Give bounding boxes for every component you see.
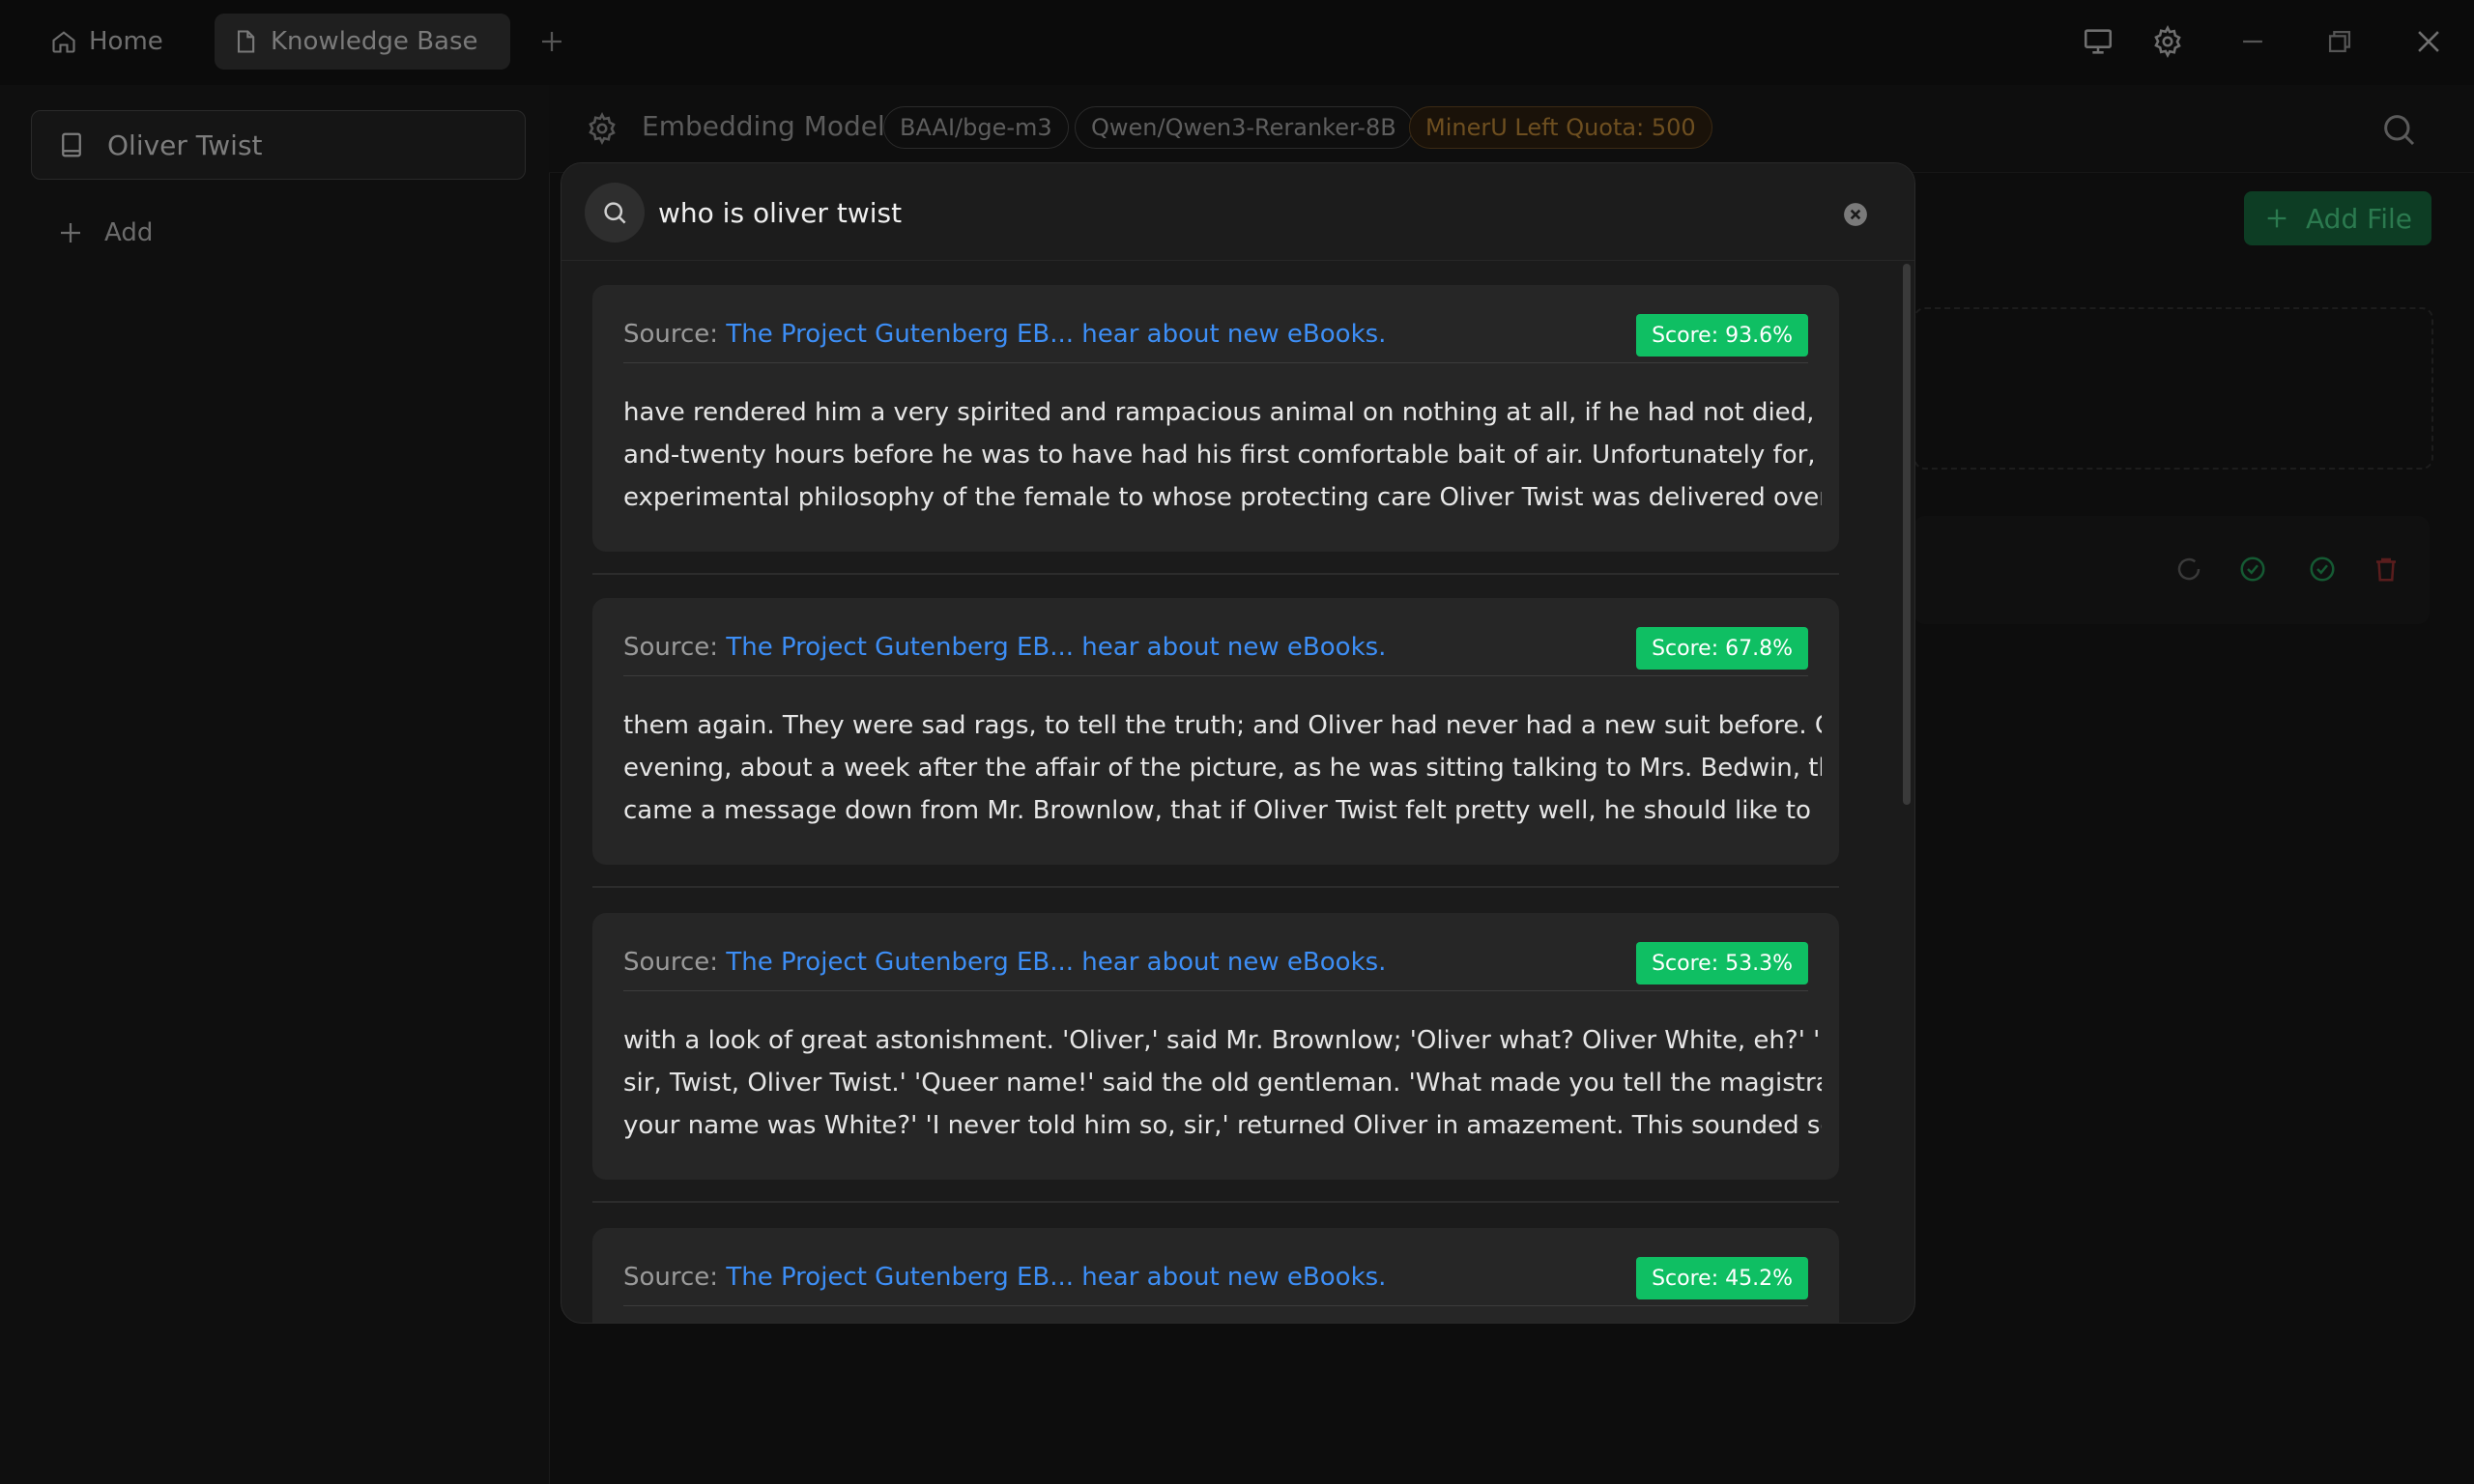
result-divider <box>592 886 1839 888</box>
source-link[interactable]: The Project Gutenberg EB... hear about n… <box>726 633 1386 662</box>
result-divider <box>592 1201 1839 1203</box>
close-icon[interactable] <box>2412 25 2445 58</box>
book-icon <box>57 130 86 159</box>
add-knowledge-base-button[interactable]: Add <box>56 218 153 247</box>
result-source: Source: The Project Gutenberg EB... hear… <box>623 1263 1386 1292</box>
check-circle-icon <box>2238 555 2267 584</box>
gear-icon[interactable] <box>586 112 618 145</box>
title-bar: Home Knowledge Base <box>0 0 2474 85</box>
embedding-model-label: Embedding Model <box>642 110 885 142</box>
add-file-button[interactable]: Add File <box>2244 191 2431 245</box>
result-text: have rendered him a very spirited and ra… <box>623 391 1822 519</box>
sidebar: Oliver Twist Add <box>0 85 550 1484</box>
result-text: with a look of great astonishment. 'Oliv… <box>623 1019 1822 1147</box>
reranker-model-chip[interactable]: Qwen/Qwen3-Reranker-8B <box>1075 106 1413 149</box>
result-source: Source: The Project Gutenberg EB... hear… <box>623 633 1386 662</box>
source-label: Source: <box>623 1263 719 1292</box>
search-modal: Source: The Project Gutenberg EB... hear… <box>561 162 1915 1324</box>
add-label: Add <box>104 218 154 247</box>
search-icon <box>585 183 645 243</box>
clear-search-icon[interactable] <box>1843 202 1868 227</box>
result-line: experimental philosophy of the female to… <box>623 483 1822 512</box>
check-circle-icon <box>2308 555 2337 584</box>
source-link[interactable]: The Project Gutenberg EB... hear about n… <box>726 948 1386 977</box>
result-line: and-twenty hours before he was to have h… <box>623 441 1822 470</box>
source-link[interactable]: The Project Gutenberg EB... hear about n… <box>726 320 1386 349</box>
tab-knowledge-base-label: Knowledge Base <box>271 27 478 56</box>
result-line: came a message down from Mr. Brownlow, t… <box>623 796 1811 825</box>
quota-chip: MinerU Left Quota: 500 <box>1409 106 1712 149</box>
result-divider <box>592 573 1839 575</box>
score-badge: Score: 53.3% <box>1636 942 1808 985</box>
plus-icon <box>2263 205 2290 232</box>
result-header: Source: The Project Gutenberg EB... hear… <box>623 1257 1808 1306</box>
score-badge: Score: 93.6% <box>1636 314 1808 357</box>
result-source: Source: The Project Gutenberg EB... hear… <box>623 320 1386 349</box>
result-line: with a look of great astonishment. 'Oliv… <box>623 1026 1822 1055</box>
result-card[interactable]: Source: The Project Gutenberg EB... hear… <box>592 1228 1839 1323</box>
add-file-label: Add File <box>2306 202 2412 235</box>
result-card[interactable]: Source: The Project Gutenberg EB... hear… <box>592 913 1839 1180</box>
minimize-icon[interactable] <box>2236 25 2269 58</box>
search-bar <box>561 163 1914 261</box>
embedding-model-chip[interactable]: BAAI/bge-m3 <box>883 106 1069 149</box>
source-label: Source: <box>623 633 719 662</box>
score-badge: Score: 45.2% <box>1636 1257 1808 1299</box>
sidebar-item-label: Oliver Twist <box>107 128 263 161</box>
sidebar-item-oliver-twist[interactable]: Oliver Twist <box>31 110 526 180</box>
tab-home[interactable]: Home <box>43 14 171 70</box>
result-line: sir, Twist, Oliver Twist.' 'Queer name!'… <box>623 1069 1822 1098</box>
result-line: evening, about a week after the affair o… <box>623 754 1822 783</box>
plus-icon[interactable] <box>537 27 566 56</box>
results-scrollbar[interactable] <box>1903 264 1911 805</box>
restore-icon[interactable] <box>2323 25 2356 58</box>
source-label: Source: <box>623 948 719 977</box>
source-link[interactable]: The Project Gutenberg EB... hear about n… <box>726 1263 1386 1292</box>
result-line: have rendered him a very spirited and ra… <box>623 398 1822 427</box>
result-header: Source: The Project Gutenberg EB... hear… <box>623 942 1808 991</box>
file-icon <box>232 28 259 55</box>
tab-knowledge-base[interactable]: Knowledge Base <box>215 14 510 70</box>
tab-home-label: Home <box>89 27 163 56</box>
search-results[interactable]: Source: The Project Gutenberg EB... hear… <box>561 260 1914 1323</box>
home-icon <box>50 28 77 55</box>
source-label: Source: <box>623 320 719 349</box>
result-header: Source: The Project Gutenberg EB... hear… <box>623 627 1808 676</box>
monitor-icon[interactable] <box>2082 25 2114 58</box>
result-line: them again. They were sad rags, to tell … <box>623 711 1822 740</box>
result-card[interactable]: Source: The Project Gutenberg EB... hear… <box>592 598 1839 865</box>
trash-icon[interactable] <box>2372 555 2401 584</box>
result-text: them again. They were sad rags, to tell … <box>623 704 1822 832</box>
plus-icon <box>56 218 85 247</box>
result-header: Source: The Project Gutenberg EB... hear… <box>623 314 1808 363</box>
result-source: Source: The Project Gutenberg EB... hear… <box>623 948 1386 977</box>
gear-icon[interactable] <box>2151 25 2184 58</box>
file-dropzone[interactable] <box>1913 307 2433 470</box>
file-row <box>1913 516 2430 624</box>
score-badge: Score: 67.8% <box>1636 627 1808 670</box>
result-card[interactable]: Source: The Project Gutenberg EB... hear… <box>592 285 1839 552</box>
refresh-icon[interactable] <box>2174 555 2203 584</box>
search-icon[interactable] <box>2379 110 2418 149</box>
result-line: your name was White?' 'I never told him … <box>623 1111 1822 1140</box>
search-input[interactable] <box>658 190 1721 235</box>
